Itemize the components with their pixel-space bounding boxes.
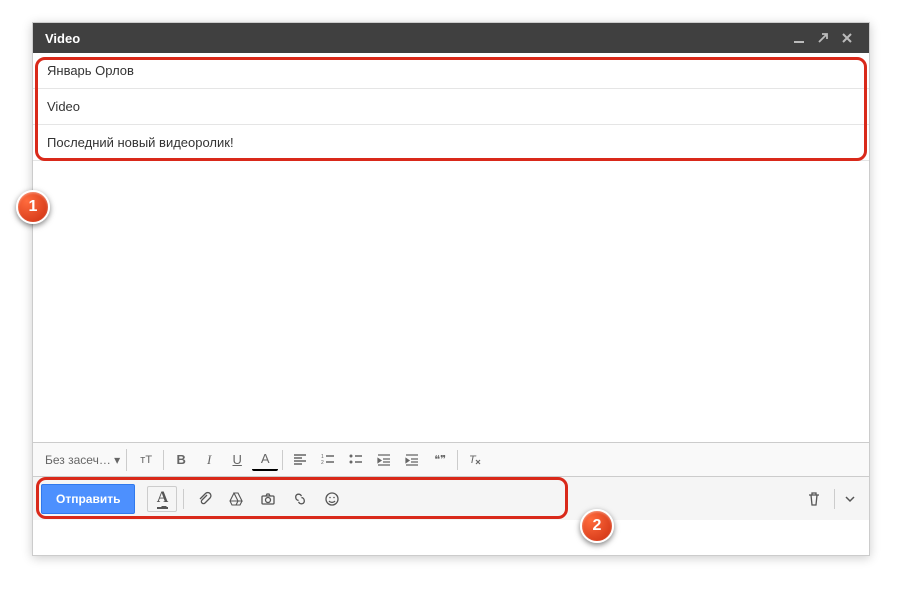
- quote-button[interactable]: ❝❞: [427, 447, 453, 473]
- close-button[interactable]: [837, 28, 857, 48]
- underline-button[interactable]: U: [224, 447, 250, 473]
- to-field[interactable]: Январь Орлов: [33, 53, 869, 89]
- italic-button[interactable]: I: [196, 447, 222, 473]
- maximize-button[interactable]: [813, 28, 833, 48]
- camera-icon: [260, 491, 276, 507]
- align-button[interactable]: [287, 447, 313, 473]
- attach-button[interactable]: [190, 485, 218, 513]
- align-icon: [292, 452, 308, 468]
- minimize-icon: [791, 30, 807, 46]
- callout-2: 2: [580, 509, 614, 543]
- body-first-line[interactable]: Последний новый видеоролик!: [33, 125, 869, 161]
- separator: [183, 489, 184, 509]
- paperclip-icon: [196, 491, 212, 507]
- send-button[interactable]: Отправить: [41, 484, 135, 514]
- numbered-list-button[interactable]: 12: [315, 447, 341, 473]
- separator: [282, 450, 283, 470]
- callout-1: 1: [16, 190, 50, 224]
- photo-button[interactable]: [254, 485, 282, 513]
- compose-window: Video Январь Орлов Video Последний новый…: [32, 22, 870, 556]
- close-icon: [839, 30, 855, 46]
- bottom-toolbar: Отправить A: [33, 476, 869, 520]
- separator: [163, 450, 164, 470]
- formatting-toggle-button[interactable]: A: [147, 486, 177, 512]
- separator: [457, 450, 458, 470]
- more-options-button[interactable]: [841, 485, 859, 513]
- discard-button[interactable]: [800, 485, 828, 513]
- bold-button[interactable]: B: [168, 447, 194, 473]
- remove-format-icon: T: [467, 452, 483, 468]
- drive-icon: [228, 491, 244, 507]
- titlebar: Video: [33, 23, 869, 53]
- popout-icon: [815, 30, 831, 46]
- font-size-select[interactable]: тТ: [133, 447, 159, 473]
- text-color-button[interactable]: A: [252, 449, 278, 471]
- link-icon: [292, 491, 308, 507]
- chevron-down-icon: [842, 491, 858, 507]
- emoji-icon: [324, 491, 340, 507]
- body-area[interactable]: [33, 161, 869, 442]
- bullet-list-button[interactable]: [343, 447, 369, 473]
- svg-text:T: T: [469, 454, 477, 466]
- separator: [834, 489, 835, 509]
- window-title: Video: [45, 31, 785, 46]
- indent-more-icon: [404, 452, 420, 468]
- indent-less-button[interactable]: [371, 447, 397, 473]
- remove-format-button[interactable]: T: [462, 447, 488, 473]
- subject-field[interactable]: Video: [33, 89, 869, 125]
- emoji-button[interactable]: [318, 485, 346, 513]
- format-toolbar: Без засеч… ▾ тТ B I U A 12 ❝❞ T: [33, 442, 869, 476]
- bullet-list-icon: [348, 452, 364, 468]
- svg-text:2: 2: [321, 460, 324, 466]
- header-fields: Январь Орлов Video Последний новый видео…: [33, 53, 869, 161]
- trash-icon: [806, 491, 822, 507]
- link-button[interactable]: [286, 485, 314, 513]
- numbered-list-icon: 12: [320, 452, 336, 468]
- indent-less-icon: [376, 452, 392, 468]
- drive-button[interactable]: [222, 485, 250, 513]
- font-family-select[interactable]: Без засеч… ▾: [39, 449, 127, 471]
- indent-more-button[interactable]: [399, 447, 425, 473]
- minimize-button[interactable]: [789, 28, 809, 48]
